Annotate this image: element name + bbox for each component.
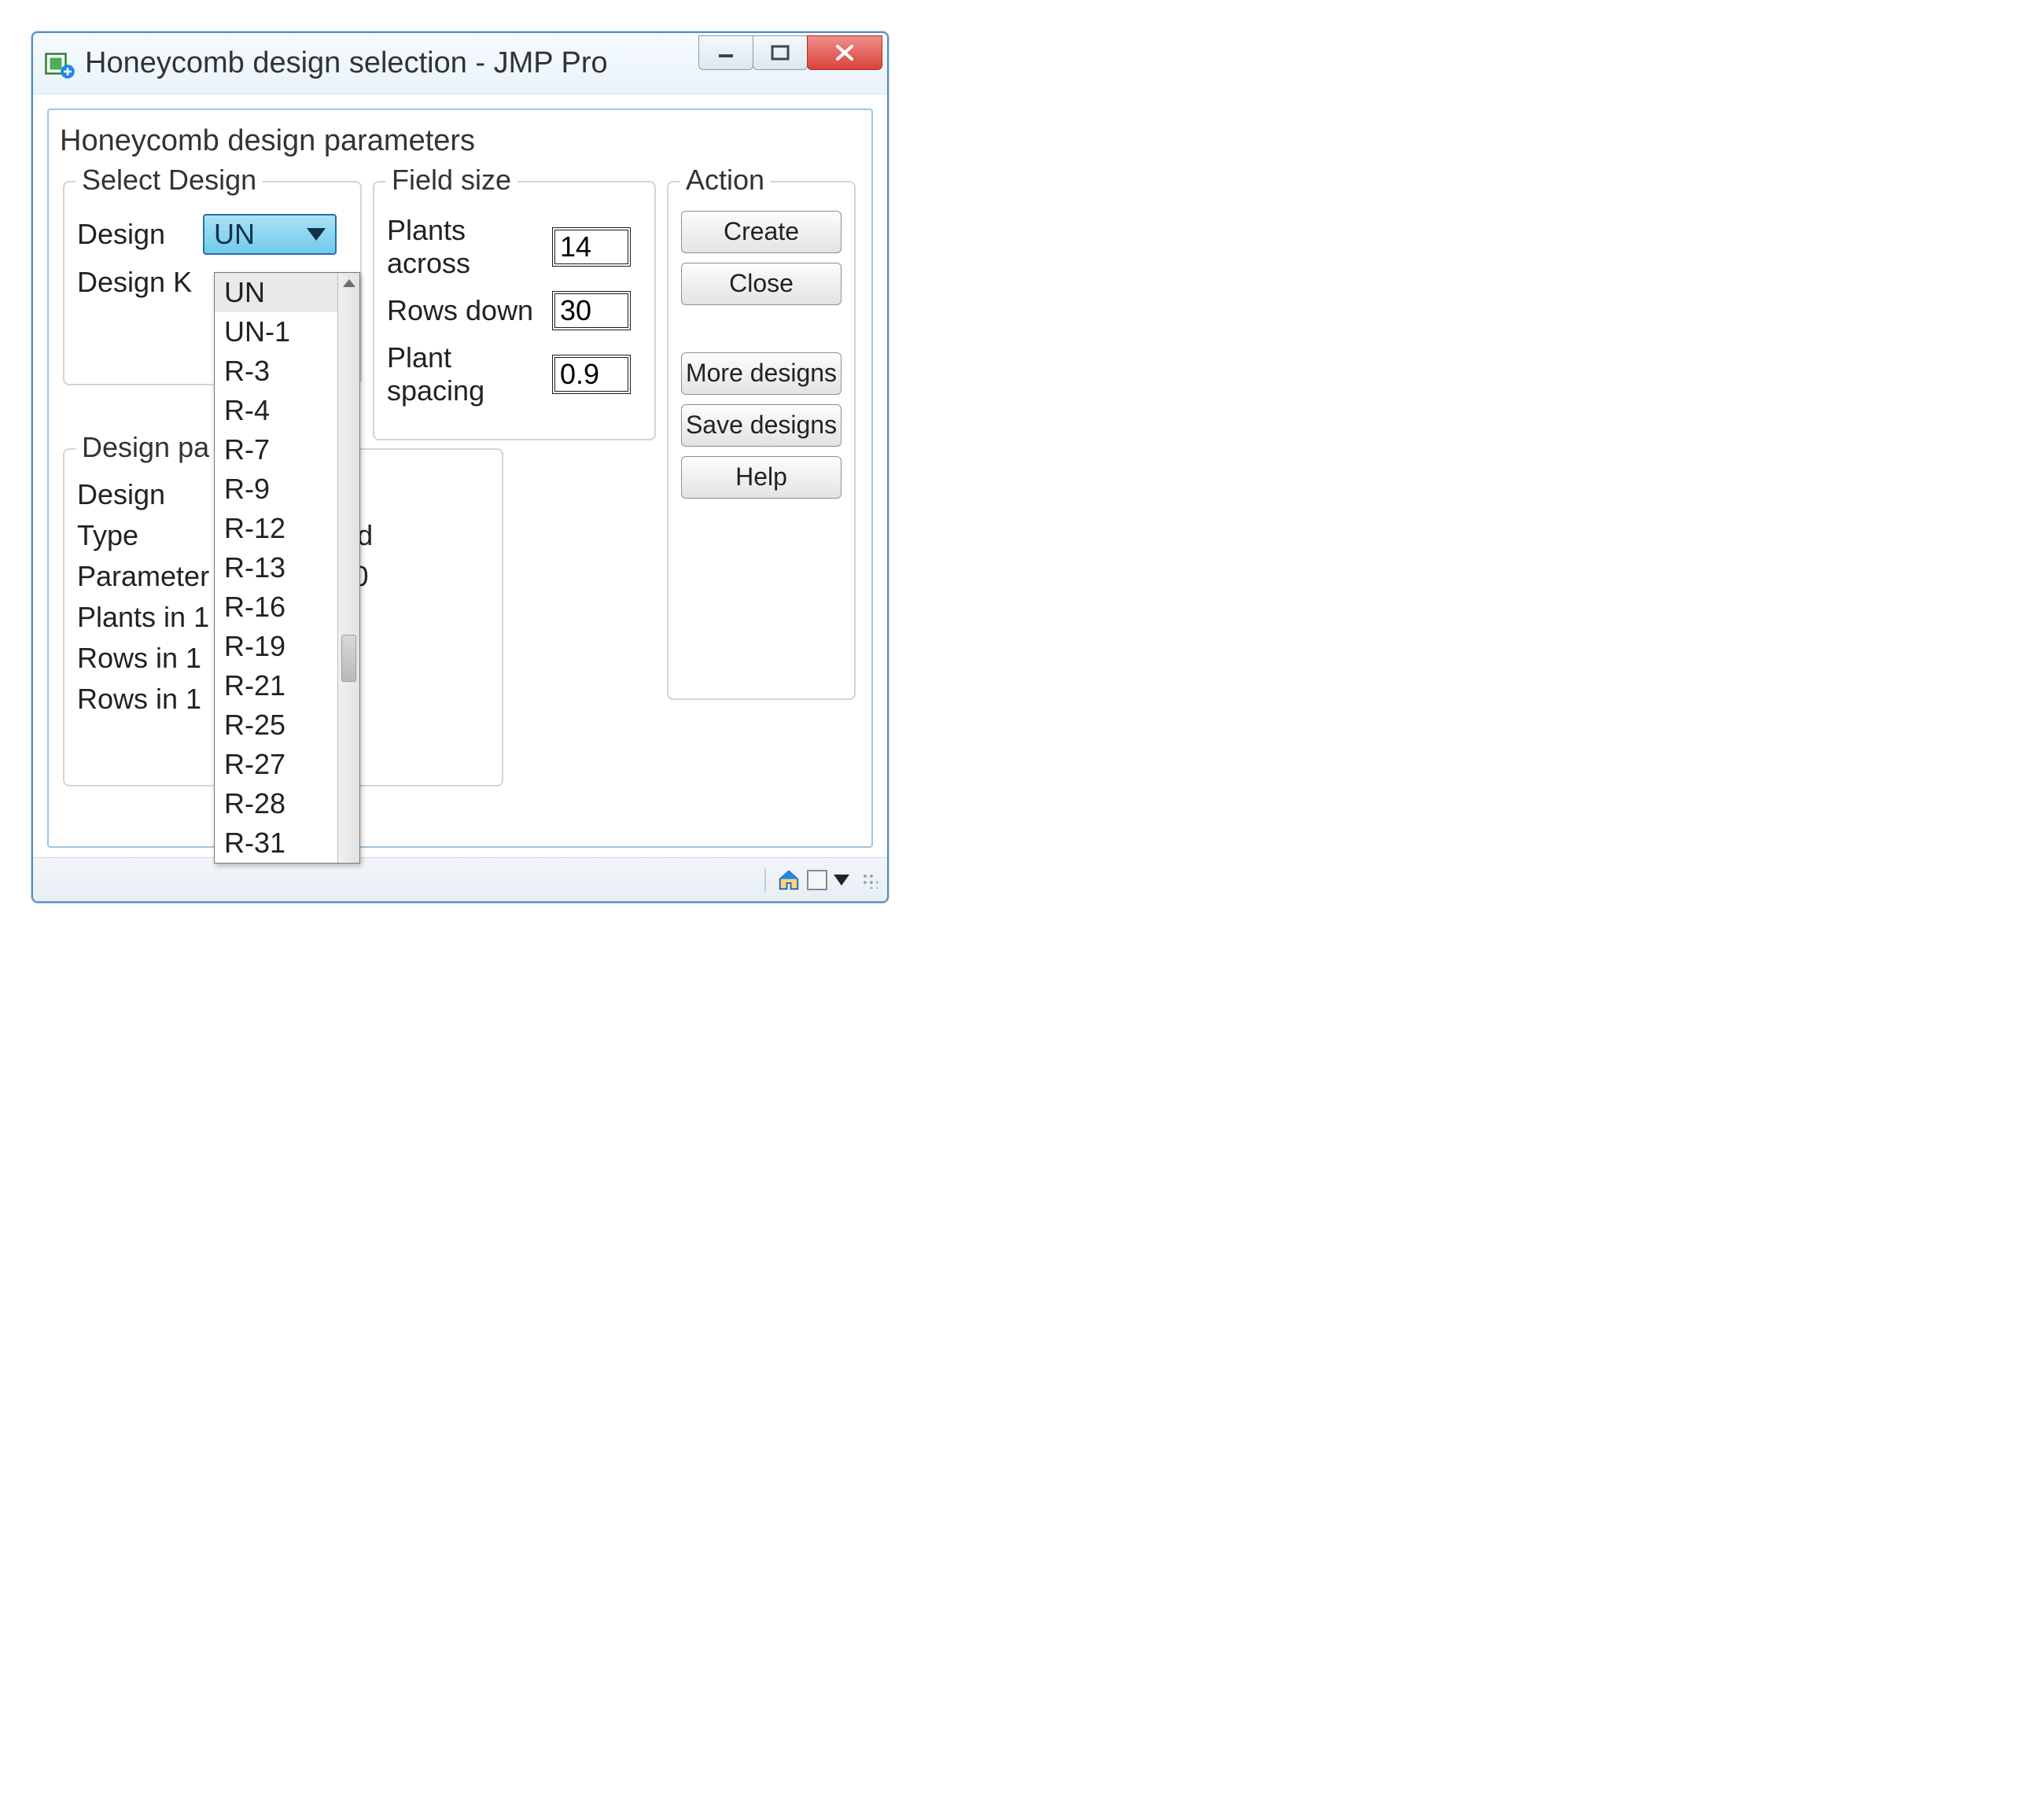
page-heading: Honeycomb design parameters: [60, 124, 860, 158]
design-params-legend: Design pa: [75, 431, 215, 464]
param-key: Plants in 1: [77, 601, 234, 634]
create-button[interactable]: Create: [681, 211, 842, 253]
content-panel: Honeycomb design parameters Select Desig…: [47, 109, 873, 848]
plant-spacing-input[interactable]: [552, 355, 631, 394]
statusbar-box-icon[interactable]: [807, 870, 827, 890]
action-group: Action Create Close More designs Save de…: [667, 181, 856, 700]
param-key: Type: [77, 519, 234, 552]
close-dialog-button[interactable]: Close: [681, 263, 842, 305]
home-icon[interactable]: [777, 868, 801, 892]
caret-down-icon: [307, 228, 326, 241]
design-label: Design: [77, 218, 203, 251]
maximize-button[interactable]: [753, 35, 808, 70]
statusbar: [33, 857, 887, 901]
field-size-group: Field size Plants across Rows down Plant…: [373, 181, 656, 440]
app-window: Honeycomb design selection - JMP Pro Hon…: [31, 31, 889, 903]
plants-across-label: Plants across: [387, 214, 552, 280]
window-title: Honeycomb design selection - JMP Pro: [85, 46, 699, 80]
resize-grip-icon[interactable]: [860, 871, 878, 889]
design-combobox[interactable]: UN: [203, 214, 337, 255]
param-key: Rows in 1: [77, 683, 234, 716]
rows-down-input[interactable]: [552, 291, 631, 330]
rows-down-label: Rows down: [387, 294, 552, 327]
window-controls: [699, 35, 882, 76]
app-icon: [44, 48, 75, 79]
client-area: Honeycomb design parameters Select Desig…: [33, 94, 887, 857]
titlebar: Honeycomb design selection - JMP Pro: [33, 33, 887, 94]
action-legend: Action: [679, 164, 771, 197]
plants-across-input[interactable]: [552, 227, 631, 267]
more-designs-button[interactable]: More designs: [681, 352, 842, 395]
close-button[interactable]: [807, 35, 882, 70]
help-button[interactable]: Help: [681, 456, 842, 499]
statusbar-menu-caret-icon[interactable]: [834, 875, 849, 886]
param-key: Parameter: [77, 560, 234, 593]
scroll-thumb[interactable]: [341, 635, 356, 682]
scroll-up-icon[interactable]: [343, 279, 355, 287]
design-dropdown-list[interactable]: UNUN-1R-3R-4R-7R-9R-12R-13R-16R-19R-21R-…: [214, 272, 360, 864]
plant-spacing-label: Plant spacing: [387, 341, 552, 407]
field-size-legend: Field size: [385, 164, 517, 197]
save-designs-button[interactable]: Save designs: [681, 404, 842, 447]
statusbar-separator: [764, 868, 766, 892]
design-k-label: Design K: [77, 266, 203, 299]
param-key: Rows in 1: [77, 642, 234, 675]
select-design-legend: Select Design: [75, 164, 263, 197]
design-combobox-value: UN: [214, 218, 255, 251]
param-key: Design: [77, 478, 234, 511]
minimize-button[interactable]: [698, 35, 753, 70]
dropdown-scrollbar[interactable]: [337, 273, 359, 863]
